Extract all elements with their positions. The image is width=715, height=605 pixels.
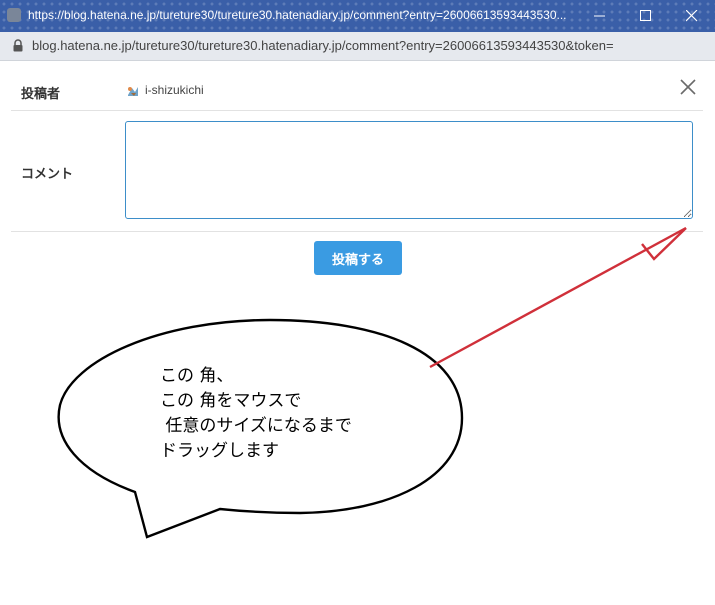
close-icon — [686, 10, 698, 22]
poster-username: i-shizukichi — [145, 83, 204, 97]
window-close-button[interactable] — [669, 0, 715, 32]
site-favicon-icon — [7, 8, 21, 22]
annotation-text: この 角、 この 角をマウスで 任意のサイズになるまで ドラッグします — [160, 364, 352, 464]
user-avatar-icon — [126, 84, 140, 98]
minimize-button[interactable] — [577, 0, 623, 32]
lock-icon — [13, 39, 23, 52]
maximize-button[interactable] — [623, 0, 669, 32]
comment-textarea[interactable] — [125, 121, 693, 219]
submit-button[interactable]: 投稿する — [314, 241, 402, 275]
poster-label: 投稿者 — [21, 87, 61, 102]
address-bar[interactable]: blog.hatena.ne.jp/tureture30/tureture30.… — [0, 32, 715, 61]
address-url[interactable]: blog.hatena.ne.jp/tureture30/tureture30.… — [32, 38, 614, 53]
window-title: https://blog.hatena.ne.jp/tureture30/tur… — [28, 8, 567, 22]
close-icon[interactable] — [679, 78, 697, 96]
window-titlebar: https://blog.hatena.ne.jp/tureture30/tur… — [0, 0, 715, 32]
annotation-line: 任意のサイズになるまで — [160, 416, 352, 436]
annotation-line: この 角、 — [160, 366, 234, 386]
annotation-line: この 角をマウスで — [160, 391, 302, 411]
minimize-icon — [594, 15, 605, 17]
comment-label: コメント — [21, 167, 74, 182]
maximize-icon — [640, 10, 651, 21]
comment-form: 投稿者 i-shizukichi コメント 投稿する — [0, 61, 715, 605]
form-divider — [11, 110, 703, 111]
form-divider — [11, 231, 703, 232]
annotation-line: ドラッグします — [160, 441, 279, 461]
